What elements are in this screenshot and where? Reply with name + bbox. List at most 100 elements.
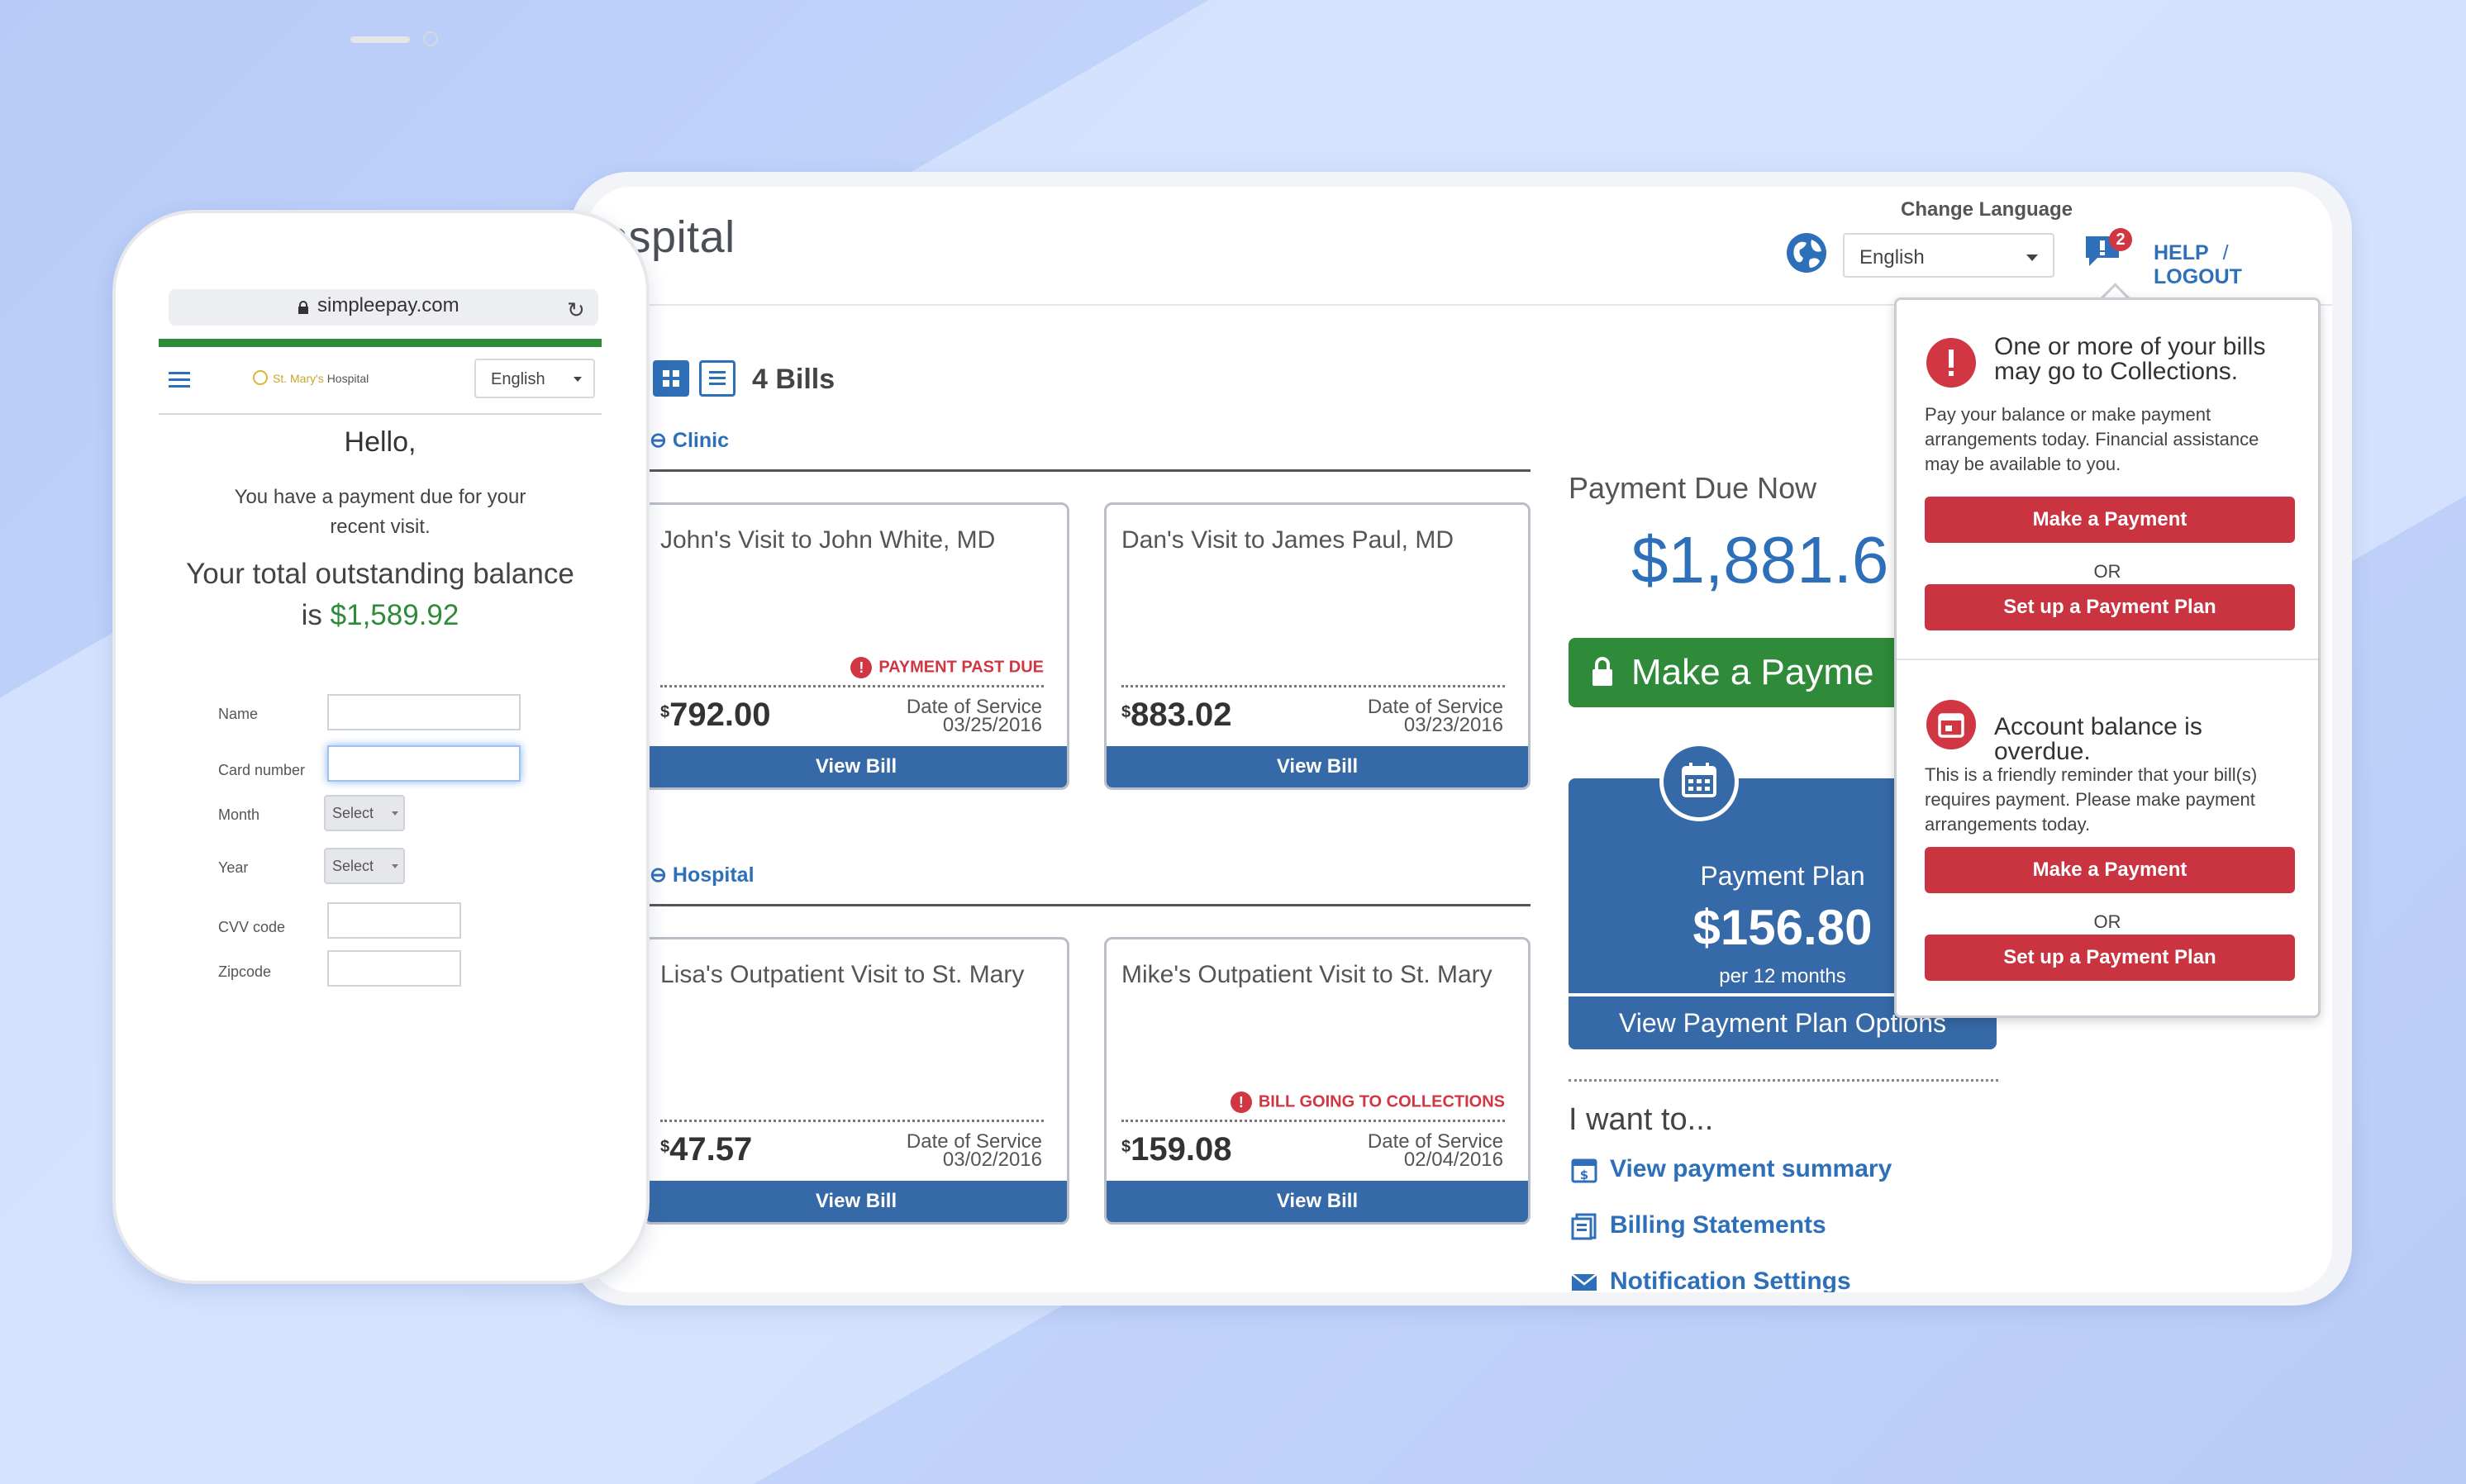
i-want-to-title: I want to... (1569, 1102, 1714, 1137)
bill-card[interactable]: John's Visit to John White, MD ! PAYMENT … (643, 502, 1069, 790)
collapse-icon: ⊖ (650, 429, 673, 452)
section-divider (650, 469, 1531, 472)
payment-due-amount: $1,881.6 (1631, 523, 1889, 597)
make-a-payment-button[interactable]: Make a Payment (1925, 497, 2295, 543)
zipcode-label: Zipcode (218, 963, 272, 980)
calendar-icon (1659, 742, 1739, 821)
change-language-label: Change Language (1901, 198, 2073, 221)
language-select[interactable]: English (1843, 233, 2054, 278)
name-label: Name (218, 706, 259, 722)
link-separator: / (2222, 241, 2229, 264)
overdue-heading: Account balance is overdue. (1994, 713, 2202, 765)
date-of-service: Date of Service 02/04/2016 (1367, 1130, 1503, 1171)
year-label: Year (218, 859, 249, 876)
dotted-divider (660, 685, 1044, 687)
collections-warning-text: Pay your balance or make payment arrange… (1925, 404, 2259, 474)
view-bill-button[interactable]: View Bill (1107, 746, 1528, 787)
browser-url: simpleepay.com (317, 294, 459, 316)
top-bar: ospital Change Language English 2 HELP /… (587, 187, 2332, 306)
bill-amount: $47.57 (660, 1131, 753, 1168)
cvv-input[interactable] (327, 902, 461, 939)
make-a-payment-button[interactable]: Make a Payment (1925, 847, 2295, 893)
zipcode-input[interactable] (327, 950, 461, 987)
payment-due-label: Payment Due Now (1569, 471, 1817, 505)
list-view-icon[interactable] (699, 360, 736, 397)
dotted-divider (1121, 685, 1505, 687)
brand-accent-bar (159, 339, 602, 347)
date-of-service: Date of Service 03/02/2016 (906, 1130, 1042, 1171)
envelope-icon (1571, 1273, 1597, 1291)
payment-past-due-flag: ! PAYMENT PAST DUE (850, 657, 1044, 678)
dotted-divider (660, 1120, 1044, 1122)
phone-camera (423, 31, 438, 46)
statement-icon (1571, 1213, 1597, 1240)
view-payment-summary-link[interactable]: $ View payment summary (1570, 1155, 1892, 1184)
logout-link[interactable]: LOGOUT (2154, 265, 2242, 288)
year-select[interactable]: Select (324, 848, 405, 884)
section-clinic[interactable]: ⊖ Clinic (650, 428, 729, 453)
chevron-down-icon (392, 864, 398, 868)
bill-amount: $883.02 (1121, 697, 1232, 733)
date-of-service: Date of Service 03/25/2016 (906, 696, 1042, 736)
view-bill-button[interactable]: View Bill (645, 1181, 1067, 1222)
bill-card[interactable]: Mike's Outpatient Visit to St. Mary ! BIL… (1104, 937, 1531, 1225)
set-up-payment-plan-button[interactable]: Set up a Payment Plan (1925, 935, 2295, 981)
chevron-down-icon (392, 811, 398, 816)
svg-text:$: $ (1580, 1168, 1588, 1182)
bill-amount: $792.00 (660, 697, 771, 733)
billing-statements-link[interactable]: Billing Statements (1570, 1211, 1826, 1240)
hamburger-menu-icon[interactable] (169, 372, 190, 388)
cvv-label: CVV code (218, 919, 286, 935)
chevron-down-icon (574, 377, 582, 382)
help-link[interactable]: HELP (2154, 241, 2209, 264)
phone-language-value: English (491, 370, 545, 388)
phone-speaker (350, 36, 410, 43)
bill-title: Lisa's Outpatient Visit to St. Mary (660, 961, 1025, 988)
bills-count: 4 Bills (752, 364, 835, 395)
popover-divider (1897, 659, 2318, 660)
chevron-down-icon (2026, 254, 2038, 261)
section-clinic-label: Clinic (672, 429, 729, 452)
view-bill-button[interactable]: View Bill (1107, 1181, 1528, 1222)
section-divider (650, 904, 1531, 906)
card-number-label: Card number (218, 762, 306, 778)
exclamation-icon: ! (1230, 1092, 1252, 1113)
overdue-text: This is a friendly reminder that your bi… (1925, 764, 2258, 835)
or-separator: OR (2093, 911, 2121, 932)
top-links: HELP / LOGOUT (2154, 241, 2332, 289)
or-separator: OR (2093, 561, 2121, 582)
date-of-service: Date of Service 03/23/2016 (1367, 696, 1503, 736)
make-a-payment-label: Make a Payme (1631, 652, 1874, 692)
collapse-icon: ⊖ (650, 863, 673, 887)
bill-title: Dan's Visit to James Paul, MD (1121, 526, 1454, 554)
bill-title: John's Visit to John White, MD (660, 526, 996, 554)
name-input[interactable] (327, 694, 521, 730)
alert-count-badge: 2 (2109, 228, 2132, 251)
set-up-payment-plan-button[interactable]: Set up a Payment Plan (1925, 584, 2295, 630)
alert-circle-icon (1926, 338, 1976, 388)
grid-view-icon[interactable] (653, 360, 689, 397)
dotted-divider (1569, 1079, 1998, 1082)
outstanding-balance: Your total outstanding balance is $1,589… (186, 558, 574, 631)
month-select[interactable]: Select (324, 795, 405, 831)
view-bill-button[interactable]: View Bill (645, 746, 1067, 787)
exclamation-icon: ! (850, 657, 873, 678)
section-hospital[interactable]: ⊖ Hospital (650, 863, 755, 887)
hospital-logo-icon (253, 370, 268, 385)
bill-title: Mike's Outpatient Visit to St. Mary (1121, 961, 1492, 988)
reload-icon[interactable]: ↻ (567, 297, 585, 323)
bill-card[interactable]: Dan's Visit to James Paul, MD $883.02 Da… (1104, 502, 1531, 790)
notification-settings-link[interactable]: Notification Settings (1570, 1268, 1851, 1292)
bill-card[interactable]: Lisa's Outpatient Visit to St. Mary $47.… (643, 937, 1069, 1225)
lock-icon (1592, 657, 1612, 686)
phone-language-select[interactable]: English (474, 359, 595, 398)
bill-going-to-collections-flag: ! BILL GOING TO COLLECTIONS (1230, 1092, 1505, 1113)
hospital-logo-text: St. Mary's Hospital (273, 372, 369, 385)
card-number-input[interactable] (327, 745, 521, 782)
greeting: Hello, (344, 426, 417, 458)
calendar-dollar-icon: $ (1571, 1158, 1597, 1183)
section-hospital-label: Hospital (672, 863, 755, 887)
bill-amount: $159.08 (1121, 1131, 1232, 1168)
lock-icon (298, 301, 308, 314)
globe-icon[interactable] (1785, 231, 1828, 274)
